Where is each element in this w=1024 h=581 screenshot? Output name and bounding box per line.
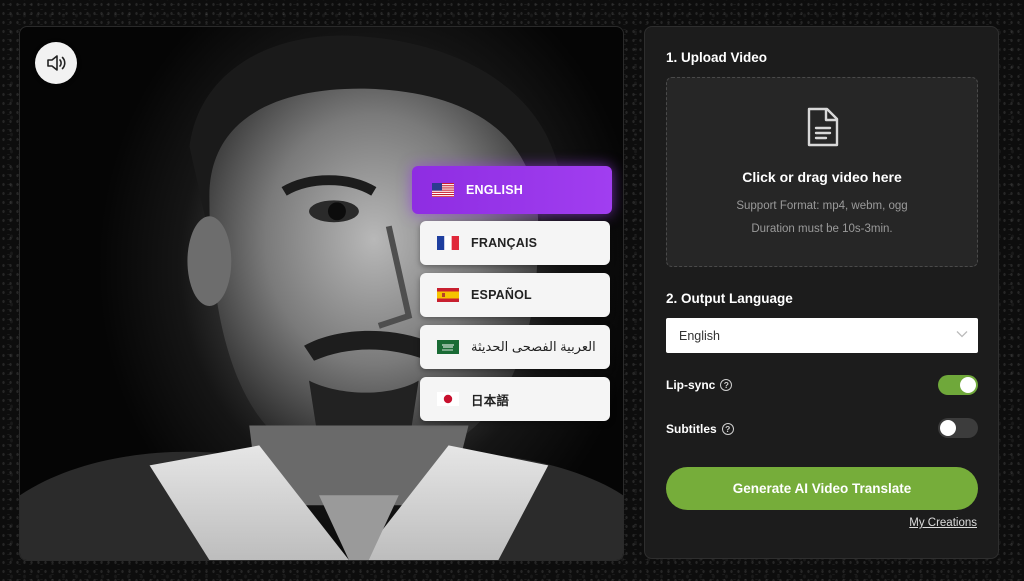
japan-flag-icon xyxy=(437,392,459,406)
help-icon[interactable]: ? xyxy=(721,423,734,435)
language-label: ESPAÑOL xyxy=(471,288,532,302)
spain-flag-icon xyxy=(437,288,459,302)
generate-button[interactable]: Generate AI Video Translate xyxy=(666,467,978,510)
chevron-down-icon xyxy=(956,331,968,338)
saudi-flag-icon xyxy=(437,340,459,354)
output-language-title: 2. Output Language xyxy=(666,291,793,306)
lip-sync-label: Lip-sync xyxy=(666,378,716,392)
france-flag-icon xyxy=(437,236,459,250)
speaker-icon xyxy=(47,55,66,71)
language-label: FRANÇAIS xyxy=(471,236,538,250)
subtitles-label: Subtitles xyxy=(666,422,717,436)
upload-instruction: Click or drag video here xyxy=(742,169,902,185)
subtitles-row: Subtitles ? xyxy=(666,422,734,436)
document-icon xyxy=(807,107,839,147)
lip-sync-row: Lip-sync ? xyxy=(666,378,733,392)
lip-sync-toggle[interactable] xyxy=(938,375,978,395)
output-language-select[interactable]: English xyxy=(666,318,978,353)
upload-duration-text: Duration must be 10s-3min. xyxy=(751,223,893,235)
upload-section-title: 1. Upload Video xyxy=(666,50,768,65)
sound-toggle-button[interactable] xyxy=(35,42,77,84)
my-creations-link[interactable]: My Creations xyxy=(909,517,977,529)
upload-dropzone[interactable]: Click or drag video here Support Format:… xyxy=(666,77,978,267)
language-option-spanish[interactable]: ESPAÑOL xyxy=(420,273,610,317)
selected-language: English xyxy=(679,328,720,343)
upload-format-text: Support Format: mp4, webm, ogg xyxy=(736,200,908,212)
language-option-arabic[interactable]: العربية الفصحى الحديثة xyxy=(420,325,610,369)
language-label: العربية الفصحى الحديثة xyxy=(471,339,596,354)
us-flag-icon xyxy=(432,183,454,197)
toggle-knob xyxy=(960,377,976,393)
language-option-french[interactable]: FRANÇAIS xyxy=(420,221,610,265)
help-icon[interactable]: ? xyxy=(720,379,733,391)
video-preview: ENGLISH FRANÇAIS ESPAÑOL العربية الفصحى … xyxy=(19,26,624,561)
language-label: 日本語 xyxy=(471,393,510,408)
language-label: ENGLISH xyxy=(466,183,523,197)
language-option-english[interactable]: ENGLISH xyxy=(412,166,612,214)
language-option-japanese[interactable]: 日本語 xyxy=(420,377,610,421)
settings-panel: 1. Upload Video Click or drag video here… xyxy=(644,26,999,559)
subtitles-toggle[interactable] xyxy=(938,418,978,438)
toggle-knob xyxy=(940,420,956,436)
